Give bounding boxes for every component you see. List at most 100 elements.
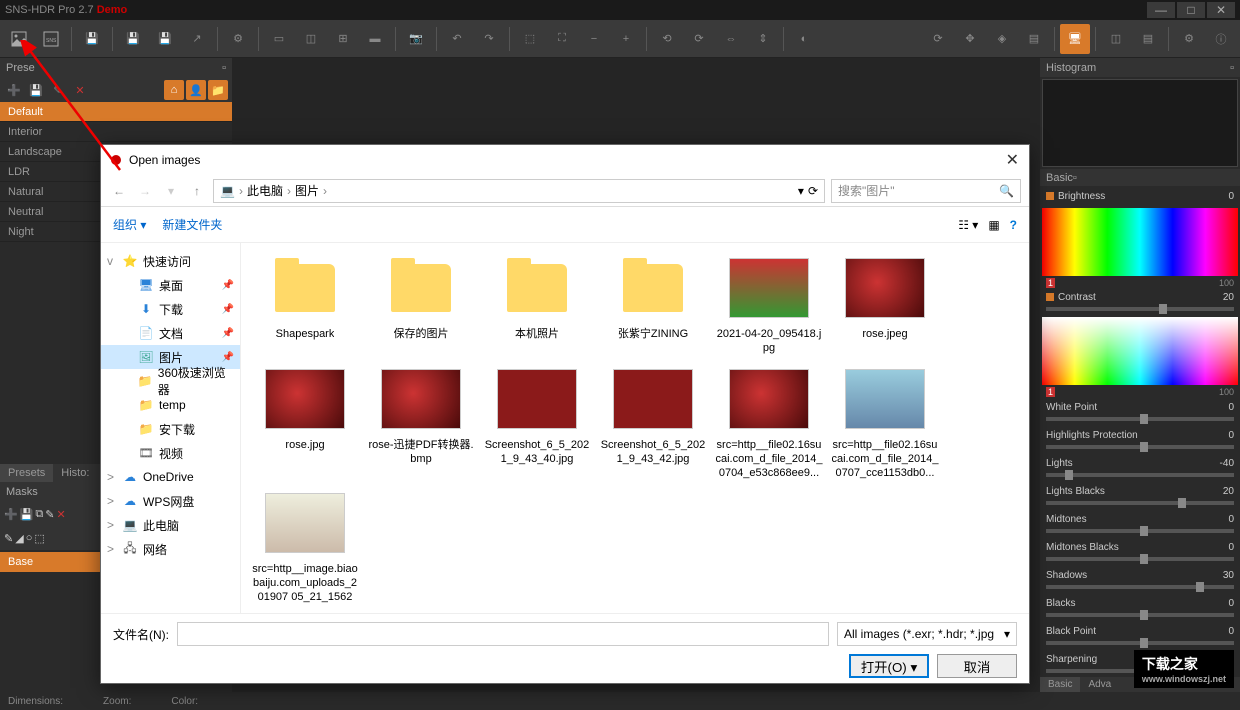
- undo-icon[interactable]: ↶: [442, 24, 472, 54]
- file-item[interactable]: 保存的图片: [367, 253, 475, 356]
- tree-item[interactable]: 📄文档📌: [101, 321, 240, 345]
- help-icon[interactable]: ?: [1010, 218, 1017, 232]
- open-button[interactable]: 打开(O) ▾: [849, 654, 929, 678]
- slider-blacks[interactable]: [1046, 613, 1234, 617]
- preset-add-icon[interactable]: ➕: [4, 80, 24, 100]
- mask-save-icon[interactable]: 💾: [20, 508, 34, 521]
- grid-4-icon[interactable]: ▬: [360, 24, 390, 54]
- tab-advanced[interactable]: Adva: [1080, 677, 1119, 692]
- mask-m3-icon[interactable]: ○: [26, 532, 33, 544]
- nav-up-icon[interactable]: ↑: [187, 181, 207, 201]
- layout-2-icon[interactable]: ▤: [1133, 24, 1163, 54]
- monitor-icon[interactable]: 🖥: [1060, 24, 1090, 54]
- file-item[interactable]: src=http__file02.16sucai.com_d_file_2014…: [715, 364, 823, 480]
- camera-icon[interactable]: 📷: [401, 24, 431, 54]
- dialog-close-icon[interactable]: ✕: [1006, 150, 1019, 170]
- grid-3-icon[interactable]: ⊞: [328, 24, 358, 54]
- layout-1-icon[interactable]: ◫: [1101, 24, 1131, 54]
- new-folder-button[interactable]: 新建文件夹: [162, 216, 222, 233]
- file-item[interactable]: Shapespark: [251, 253, 359, 356]
- contrast-slider[interactable]: [1046, 307, 1234, 311]
- rotate-right-icon[interactable]: ⟳: [684, 24, 714, 54]
- search-icon[interactable]: 🔍: [999, 184, 1014, 198]
- tree-item[interactable]: v⭐快速访问: [101, 249, 240, 273]
- tab-basic[interactable]: Basic: [1040, 677, 1080, 692]
- filename-input[interactable]: [177, 622, 829, 646]
- slider-black-point[interactable]: [1046, 641, 1234, 645]
- save-sns-icon[interactable]: 💾: [77, 24, 107, 54]
- mask-m2-icon[interactable]: ◢: [15, 532, 23, 545]
- refresh-icon[interactable]: ⟳: [808, 184, 818, 198]
- slider-lights-blacks[interactable]: [1046, 501, 1234, 505]
- file-item[interactable]: rose-迅捷PDF转换器.bmp: [367, 364, 475, 480]
- settings-icon[interactable]: ⚙: [223, 24, 253, 54]
- file-item[interactable]: 本机照片: [483, 253, 591, 356]
- slider-lights[interactable]: [1046, 473, 1234, 477]
- pan-icon[interactable]: ✥: [955, 24, 985, 54]
- maximize-button[interactable]: □: [1177, 2, 1205, 18]
- file-filter-dropdown[interactable]: All images (*.exr; *.hdr; *.jpg▾: [837, 622, 1017, 646]
- flip-v-icon[interactable]: ⇕: [748, 24, 778, 54]
- save-as-icon[interactable]: 💾: [150, 24, 180, 54]
- preset-item[interactable]: Default: [0, 102, 232, 122]
- organize-button[interactable]: 组织 ▾: [113, 216, 146, 233]
- slider-midtones[interactable]: [1046, 529, 1234, 533]
- slider-midtones-blacks[interactable]: [1046, 557, 1234, 561]
- file-item[interactable]: 张紫宁ZINING: [599, 253, 707, 356]
- file-item[interactable]: Screenshot_6_5_2021_9_43_42.jpg: [599, 364, 707, 480]
- mask-m4-icon[interactable]: ⬚: [34, 532, 44, 545]
- tree-item[interactable]: 📁安下载: [101, 417, 240, 441]
- tree-item[interactable]: ⬇下载📌: [101, 297, 240, 321]
- mask-delete-icon[interactable]: ✕: [56, 508, 65, 521]
- preset-home-icon[interactable]: ⌂: [164, 80, 184, 100]
- slider-white-point[interactable]: [1046, 417, 1234, 421]
- file-item[interactable]: Screenshot_6_5_2021_9_43_40.jpg: [483, 364, 591, 480]
- file-item[interactable]: src=http__file02.16sucai.com_d_file_2014…: [831, 364, 939, 480]
- preset-delete-icon[interactable]: ✕: [70, 80, 90, 100]
- breadcrumb-dropdown-icon[interactable]: ▾: [798, 184, 804, 198]
- color-picker-2[interactable]: [1042, 317, 1238, 385]
- slider-highlights-protection[interactable]: [1046, 445, 1234, 449]
- tree-item[interactable]: 🖥桌面📌: [101, 273, 240, 297]
- mask-copy-icon[interactable]: ⧉: [35, 508, 43, 521]
- zoom-in-icon[interactable]: +: [611, 24, 641, 54]
- info-icon[interactable]: ⓘ: [1206, 24, 1236, 54]
- zoom-out-icon[interactable]: −: [579, 24, 609, 54]
- slider-shadows[interactable]: [1046, 585, 1234, 589]
- preset-user-icon[interactable]: 👤: [186, 80, 206, 100]
- tree-item[interactable]: >☁OneDrive: [101, 465, 240, 489]
- basic-close-icon[interactable]: ▫: [1073, 172, 1077, 184]
- panel-close-icon[interactable]: ▫: [222, 62, 226, 74]
- preset-folder-icon[interactable]: 📁: [208, 80, 228, 100]
- open-sns-icon[interactable]: SNS: [36, 24, 66, 54]
- flip-h-icon[interactable]: ⇔: [716, 24, 746, 54]
- open-image-icon[interactable]: [4, 24, 34, 54]
- file-item[interactable]: src=http__image.biaobaiju.com_uploads_20…: [251, 488, 359, 604]
- minimize-button[interactable]: —: [1147, 2, 1175, 18]
- preset-save-icon[interactable]: 💾: [26, 80, 46, 100]
- nav-forward-icon[interactable]: →: [135, 181, 155, 201]
- compare-icon[interactable]: ◐: [789, 24, 819, 54]
- file-item[interactable]: rose.jpg: [251, 364, 359, 480]
- tab-history[interactable]: Histo:: [53, 464, 97, 482]
- mask-brush-icon[interactable]: ✎: [4, 532, 13, 545]
- batch-icon[interactable]: ▤: [1019, 24, 1049, 54]
- rotate-left-icon[interactable]: ⟲: [652, 24, 682, 54]
- preset-edit-icon[interactable]: ✎: [48, 80, 68, 100]
- gear-icon[interactable]: ⚙: [1174, 24, 1204, 54]
- view-details-icon[interactable]: ▦: [988, 218, 999, 232]
- crop-icon[interactable]: ⬚: [515, 24, 545, 54]
- grid-1-icon[interactable]: ▭: [264, 24, 294, 54]
- mask-add-icon[interactable]: ➕: [4, 508, 18, 521]
- move-icon[interactable]: ◈: [987, 24, 1017, 54]
- breadcrumb[interactable]: 💻› 此电脑› 图片› ▾ ⟳: [213, 179, 825, 203]
- refresh-icon[interactable]: ⟳: [923, 24, 953, 54]
- cancel-button[interactable]: 取消: [937, 654, 1017, 678]
- nav-back-icon[interactable]: ←: [109, 181, 129, 201]
- tab-presets[interactable]: Presets: [0, 464, 53, 482]
- redo-icon[interactable]: ↷: [474, 24, 504, 54]
- file-item[interactable]: rose.jpeg: [831, 253, 939, 356]
- mask-edit-icon[interactable]: ✎: [45, 508, 54, 521]
- fit-icon[interactable]: ⛶: [547, 24, 577, 54]
- nav-recent-icon[interactable]: ▾: [161, 181, 181, 201]
